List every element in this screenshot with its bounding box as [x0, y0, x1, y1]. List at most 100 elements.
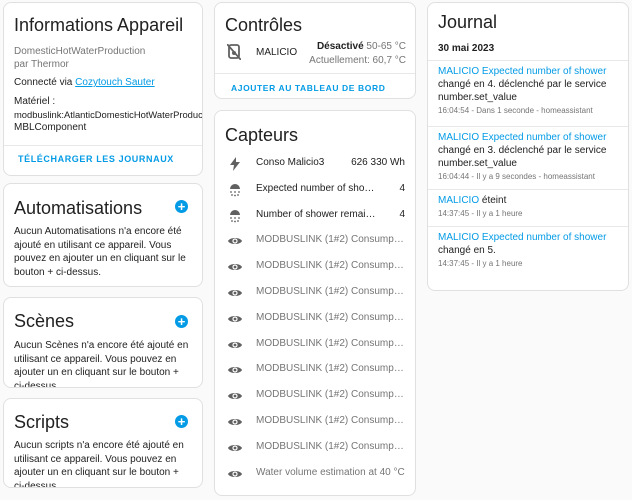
sensor-row[interactable]: MODBUSLINK (1#2) Consumption t... — [215, 228, 415, 254]
control-state-range: 50-65 °C — [366, 41, 406, 52]
sensors-card: Capteurs Conso Malicio3 626 330 Wh Expecte… — [214, 110, 416, 496]
sensor-row[interactable]: Number of shower remaining 4 — [215, 203, 415, 229]
sensor-row[interactable]: MODBUSLINK (1#2) Consumption t... — [215, 383, 415, 409]
journal-entry: MALICIO Expected number of shower changé… — [438, 131, 620, 181]
sensor-row[interactable]: MODBUSLINK (1#2) Consumption t... — [215, 280, 415, 306]
flash-icon — [227, 156, 243, 172]
sensor-row[interactable]: MODBUSLINK (1#2) Consumption t... — [215, 306, 415, 332]
divider — [428, 60, 628, 61]
journal-entity-link[interactable]: MALICIO — [438, 132, 479, 143]
eye-icon — [227, 311, 243, 327]
journal-card: Journal 30 mai 2023 MALICIO Expected num… — [427, 2, 629, 291]
sensor-row[interactable]: Water volume estimation at 40 °C — [215, 461, 415, 487]
sensor-row[interactable]: MODBUSLINK (1#2) Consumption t... — [215, 332, 415, 358]
automations-description: Aucun Automatisations n'a encore été ajo… — [14, 226, 186, 278]
device-info-card: Informations Appareil DomesticHotWaterPr… — [3, 2, 203, 176]
sensor-row[interactable]: MODBUSLINK (1#2) Consumption t... — [215, 357, 415, 383]
add-scene-button[interactable]: + — [175, 315, 188, 328]
journal-change-text: changé en 3. déclenché par le service nu… — [438, 145, 607, 169]
journal-entry-meta: 16:04:44 - Il y a 9 secondes - homeassis… — [438, 172, 595, 181]
automations-title: Automatisations — [14, 198, 143, 218]
eye-icon — [227, 414, 243, 430]
sensor-label: MODBUSLINK (1#2) Consumption t... — [256, 415, 406, 426]
add-to-dashboard-button[interactable]: AJOUTER AU TABLEAU DE BORD — [231, 83, 385, 93]
connection-prefix: Connecté via — [14, 77, 73, 88]
sensor-label: Conso Malicio3 — [256, 157, 325, 168]
control-row[interactable]: MALICIO Désactivé 50-65 °C Actuellement:… — [215, 39, 415, 67]
sensor-label: MODBUSLINK (1#2) Consumption t... — [256, 234, 406, 246]
journal-entity-link[interactable]: MALICIO — [438, 195, 479, 206]
journal-entry: MALICIO Expected number of shower changé… — [438, 231, 620, 268]
journal-change-text: changé en 5. — [438, 245, 496, 256]
device-model: DomesticHotWaterProduction — [14, 46, 146, 57]
divider — [215, 73, 415, 74]
scenes-description: Aucun Scènes n'a encore été ajouté en ut… — [14, 340, 189, 388]
sensor-value: 626 330 Wh — [351, 157, 405, 168]
scripts-title: Scripts — [14, 412, 70, 432]
add-script-button[interactable]: + — [175, 415, 188, 428]
journal-entity-attribute[interactable]: Expected number of shower — [479, 66, 607, 77]
divider — [428, 126, 628, 127]
shower-icon — [227, 208, 243, 224]
eye-icon — [227, 285, 243, 301]
journal-entry-meta: 14:37:45 - Il y a 1 heure — [438, 259, 523, 268]
sensor-row[interactable]: Expected number of shower 4 — [215, 177, 415, 203]
plus-icon: + — [177, 414, 186, 429]
eye-icon — [227, 362, 243, 378]
journal-date: 30 mai 2023 — [438, 43, 495, 54]
journal-entry-text: MALICIO Expected number of shower changé… — [438, 131, 620, 170]
journal-entity-attribute[interactable]: Expected number of shower — [479, 132, 607, 143]
scripts-description: Aucun scripts n'a encore été ajouté en u… — [14, 440, 184, 488]
hardware-line1: modbuslink:AtlanticDomesticHotWaterProdu… — [14, 109, 203, 120]
hardware-label: Matériel : — [14, 96, 56, 107]
sensor-row[interactable]: MODBUSLINK (1#2) Consumption t... — [215, 435, 415, 461]
device-manufacturer: par Thermor — [14, 59, 69, 70]
sensor-label: MODBUSLINK (1#2) Consumption t... — [256, 311, 406, 323]
sensor-row[interactable]: Conso Malicio3 626 330 Wh — [215, 151, 415, 177]
sensor-value: 4 — [399, 208, 405, 220]
divider — [428, 189, 628, 190]
divider — [4, 145, 202, 146]
journal-change-text: éteint — [479, 195, 507, 206]
journal-entity-attribute[interactable]: Expected number of shower — [479, 232, 607, 243]
journal-entry-text: MALICIO Expected number of shower changé… — [438, 65, 620, 104]
divider — [428, 226, 628, 227]
journal-title: Journal — [438, 12, 498, 32]
control-state-bold: Désactivé — [316, 41, 364, 52]
journal-entity-link[interactable]: MALICIO — [438, 232, 479, 243]
eye-icon — [227, 259, 243, 275]
journal-entry: MALICIO éteint 14:37:45 - Il y a 1 heure — [438, 194, 620, 218]
sensor-row[interactable]: MODBUSLINK (1#2) Consumption t... — [215, 254, 415, 280]
sensor-label: Number of shower remaining — [256, 208, 376, 220]
controls-card: Contrôles MALICIO Désactivé 50-65 °C Act… — [214, 2, 416, 99]
sensor-label: MODBUSLINK (1#2) Consumption t... — [256, 286, 406, 297]
sensor-label: MODBUSLINK (1#2) Consumption t... — [256, 440, 406, 452]
journal-change-text: changé en 4. déclenché par le service nu… — [438, 79, 607, 103]
sensor-row[interactable]: MODBUSLINK (1#2) Consumption t... — [215, 409, 415, 435]
eye-icon — [227, 440, 243, 456]
hardware-line2: MBLComponent — [14, 122, 87, 133]
control-entity-name: MALICIO — [256, 47, 298, 58]
sensors-title: Capteurs — [225, 125, 299, 145]
eye-icon — [227, 337, 243, 353]
connection-link[interactable]: Cozytouch Sauter — [75, 77, 155, 88]
journal-entry-meta: 14:37:45 - Il y a 1 heure — [438, 209, 523, 218]
journal-entry-text: MALICIO Expected number of shower changé… — [438, 231, 620, 257]
eye-icon — [227, 388, 243, 404]
control-state: Désactivé 50-65 °C — [317, 41, 406, 52]
journal-entity-link[interactable]: MALICIO — [438, 66, 479, 77]
scenes-title: Scènes — [14, 311, 75, 331]
automations-card: Automatisations + Aucun Automatisations … — [3, 183, 203, 287]
shower-icon — [227, 182, 243, 198]
scripts-card: Scripts + Aucun scripts n'a encore été a… — [3, 398, 203, 488]
add-automation-button[interactable]: + — [175, 200, 188, 213]
eye-icon — [227, 233, 243, 249]
control-current: Actuellement: 60,7 °C — [309, 55, 406, 66]
device-info-title: Informations Appareil — [14, 15, 184, 35]
sensor-label: MODBUSLINK (1#2) Consumption t... — [256, 389, 406, 401]
water-heater-off-icon — [226, 43, 242, 65]
journal-entry-text: MALICIO éteint — [438, 194, 620, 207]
download-logs-button[interactable]: TÉLÉCHARGER LES JOURNAUX — [18, 154, 174, 164]
sensor-label: MODBUSLINK (1#2) Consumption t... — [256, 337, 406, 349]
scenes-card: Scènes + Aucun Scènes n'a encore été ajo… — [3, 297, 203, 388]
